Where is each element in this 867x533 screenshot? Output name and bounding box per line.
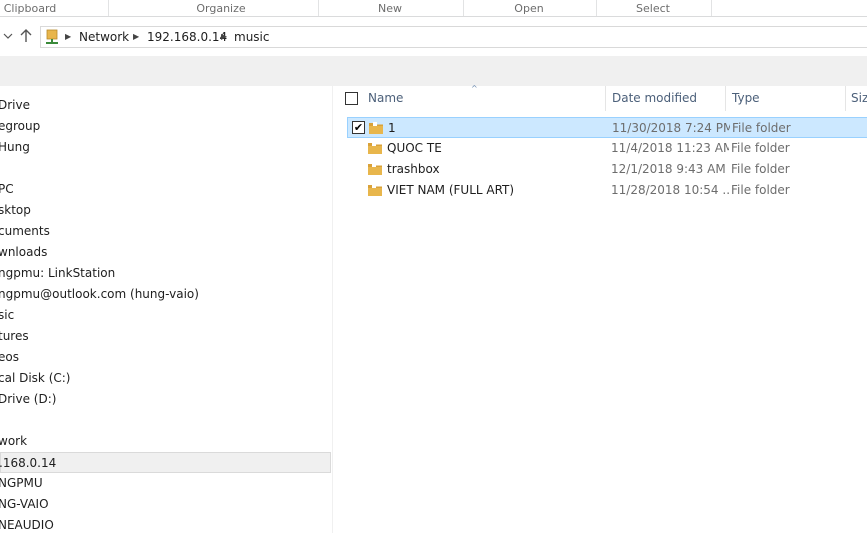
nav-item[interactable] xyxy=(0,410,331,431)
nav-item[interactable]: tures xyxy=(0,326,331,347)
breadcrumb-network[interactable]: Network xyxy=(79,29,129,45)
navigation-pane: Drive egroup Hung PC sktop cuments wnloads ngpm… xyxy=(0,86,332,533)
row-checkbox[interactable]: ✔ xyxy=(352,121,365,134)
nav-item[interactable]: eos xyxy=(0,347,331,368)
nav-item[interactable]: .168.0.14 xyxy=(0,452,331,473)
ribbon-group-clipboard: Clipboard xyxy=(3,2,57,15)
nav-item-label: ngpmu: LinkStation xyxy=(0,266,116,280)
nav-item[interactable]: Hung xyxy=(0,137,331,158)
nav-item-label: Drive (D:) xyxy=(0,392,57,406)
cell-name: trashbox xyxy=(387,162,440,176)
nav-item-label: wnloads xyxy=(0,245,48,259)
nav-item-label: tures xyxy=(0,329,29,343)
cell-date: 11/28/2018 10:54 ... xyxy=(611,183,729,197)
nav-item[interactable]: work xyxy=(0,431,331,452)
nav-item[interactable]: cal Disk (C:) xyxy=(0,368,331,389)
column-header-type[interactable]: Type xyxy=(732,86,842,111)
nav-item[interactable]: ngpmu@outlook.com (hung-vaio) xyxy=(0,284,331,305)
cell-name: 1 xyxy=(388,121,396,135)
nav-item[interactable] xyxy=(0,158,331,179)
nav-item[interactable]: PC xyxy=(0,179,331,200)
nav-item-label: PC xyxy=(0,182,14,196)
chevron-right-icon: ▶ xyxy=(65,32,72,41)
select-all-checkbox[interactable] xyxy=(345,92,358,105)
nav-item[interactable]: sic xyxy=(0,305,331,326)
breadcrumb-host[interactable]: 192.168.0.14 xyxy=(147,29,227,45)
cell-type: File folder xyxy=(731,162,790,176)
nav-item[interactable]: NG-VAIO xyxy=(0,494,331,515)
chevron-right-icon: ▶ xyxy=(221,32,228,41)
file-row[interactable]: VIET NAM (FULL ART) 11/28/2018 10:54 ... F… xyxy=(347,180,867,201)
nav-item-label: cuments xyxy=(0,224,50,238)
nav-item[interactable]: wnloads xyxy=(0,242,331,263)
column-header-date[interactable]: Date modified xyxy=(612,86,722,111)
nav-item[interactable]: egroup xyxy=(0,116,331,137)
ribbon-group-open: Open xyxy=(514,2,544,15)
cell-date: 11/30/2018 7:24 PM xyxy=(612,121,730,135)
file-row[interactable]: QUOC TE 11/4/2018 11:23 AM File folder xyxy=(347,138,867,159)
cell-date: 11/4/2018 11:23 AM xyxy=(611,141,729,155)
chevron-down-icon xyxy=(3,33,13,39)
nav-item-label: sktop xyxy=(0,203,31,217)
cell-type: File folder xyxy=(732,121,791,135)
folder-icon xyxy=(369,122,383,134)
column-separator[interactable] xyxy=(845,86,846,111)
ribbon-group-select: Select xyxy=(636,2,670,15)
file-list: ^ Name Date modified Type Siz ✔ 1 11/30/20… xyxy=(333,84,867,533)
folder-icon xyxy=(368,142,382,154)
column-header-size[interactable]: Siz xyxy=(851,86,867,111)
nav-item-label: Drive xyxy=(0,98,30,112)
nav-item-label: egroup xyxy=(0,119,41,133)
nav-item-label: eos xyxy=(0,350,19,364)
nav-item-label: sic xyxy=(0,308,15,322)
nav-item[interactable]: Drive xyxy=(0,95,331,116)
column-separator[interactable] xyxy=(605,86,606,111)
ribbon-group-organize: Organize xyxy=(196,2,246,15)
address-bar[interactable]: ▶ Network ▶ 192.168.0.14 ▶ music xyxy=(40,26,867,48)
nav-item-label: NG-VAIO xyxy=(0,497,49,511)
toolbar-band xyxy=(0,56,867,86)
network-drive-icon xyxy=(46,29,58,44)
nav-item-label: .168.0.14 xyxy=(0,456,57,470)
nav-item-label: NEAUDIO xyxy=(0,518,54,532)
up-arrow-icon xyxy=(20,29,32,42)
nav-item-label: ngpmu@outlook.com (hung-vaio) xyxy=(0,287,199,301)
ribbon-separator xyxy=(596,0,597,16)
cell-name: QUOC TE xyxy=(387,141,442,155)
ribbon-group-new: New xyxy=(378,2,402,15)
ribbon-group-labels: Clipboard Organize New Open Select xyxy=(0,0,867,17)
cell-type: File folder xyxy=(731,183,790,197)
folder-icon xyxy=(368,184,382,196)
nav-item-label: Hung xyxy=(0,140,30,154)
ribbon-separator xyxy=(463,0,464,16)
folder-icon xyxy=(368,163,382,175)
ribbon-separator xyxy=(108,0,109,16)
ribbon-separator xyxy=(711,0,712,16)
cell-type: File folder xyxy=(731,141,790,155)
column-separator[interactable] xyxy=(725,86,726,111)
cell-date: 12/1/2018 9:43 AM xyxy=(611,162,726,176)
nav-item[interactable]: NGPMU xyxy=(0,473,331,494)
nav-item-label: cal Disk (C:) xyxy=(0,371,71,385)
file-row[interactable]: ✔ 1 11/30/2018 7:24 PM File folder xyxy=(347,117,867,138)
nav-item[interactable]: NEAUDIO xyxy=(0,515,331,533)
nav-item-label: work xyxy=(0,434,28,448)
column-header-name[interactable]: Name xyxy=(368,86,598,111)
nav-item[interactable]: Drive (D:) xyxy=(0,389,331,410)
nav-item-label: NGPMU xyxy=(0,476,43,490)
ribbon-separator xyxy=(318,0,319,16)
address-bar-row: ▶ Network ▶ 192.168.0.14 ▶ music xyxy=(0,17,867,56)
cell-name: VIET NAM (FULL ART) xyxy=(387,183,515,197)
up-button[interactable] xyxy=(18,27,34,45)
nav-item[interactable]: sktop xyxy=(0,200,331,221)
breadcrumb-music[interactable]: music xyxy=(234,29,269,45)
chevron-right-icon: ▶ xyxy=(133,32,140,41)
file-row[interactable]: trashbox 12/1/2018 9:43 AM File folder xyxy=(347,159,867,180)
nav-item[interactable]: ngpmu: LinkStation xyxy=(0,263,331,284)
nav-item[interactable]: cuments xyxy=(0,221,331,242)
recent-locations-button[interactable] xyxy=(0,27,16,45)
